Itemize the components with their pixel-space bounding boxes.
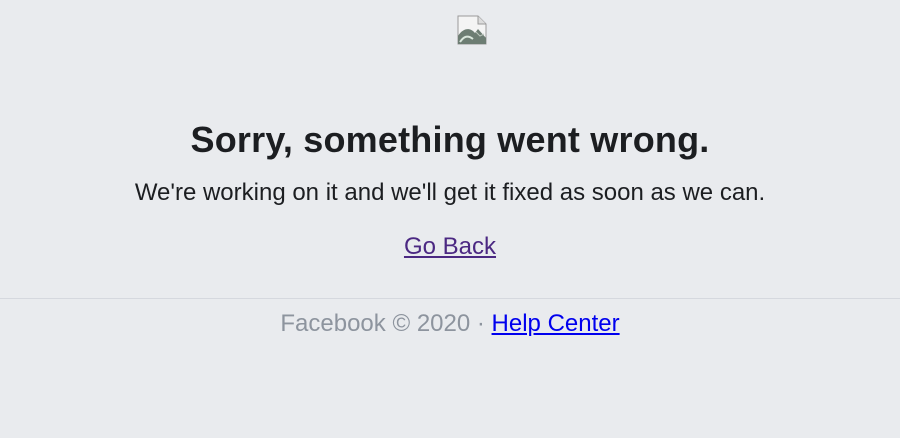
footer-brand: Facebook — [280, 310, 386, 337]
footer-copyright-symbol: © — [392, 310, 411, 337]
broken-image-icon-graphic — [457, 15, 487, 45]
broken-image-icon — [456, 14, 488, 46]
go-back-link[interactable]: Go Back — [404, 231, 496, 263]
footer-year: 2020 — [416, 310, 471, 337]
help-center-link[interactable]: Help Center — [492, 310, 620, 337]
error-message: We're working on it and we'll get it fix… — [134, 179, 766, 206]
footer-divider — [0, 298, 900, 299]
footer: Facebook © 2020 · Help Center — [0, 308, 900, 340]
error-content: Sorry, something went wrong. We're worki… — [0, 116, 900, 263]
footer-separator: · — [476, 310, 485, 337]
error-title: Sorry, something went wrong. — [190, 119, 710, 160]
